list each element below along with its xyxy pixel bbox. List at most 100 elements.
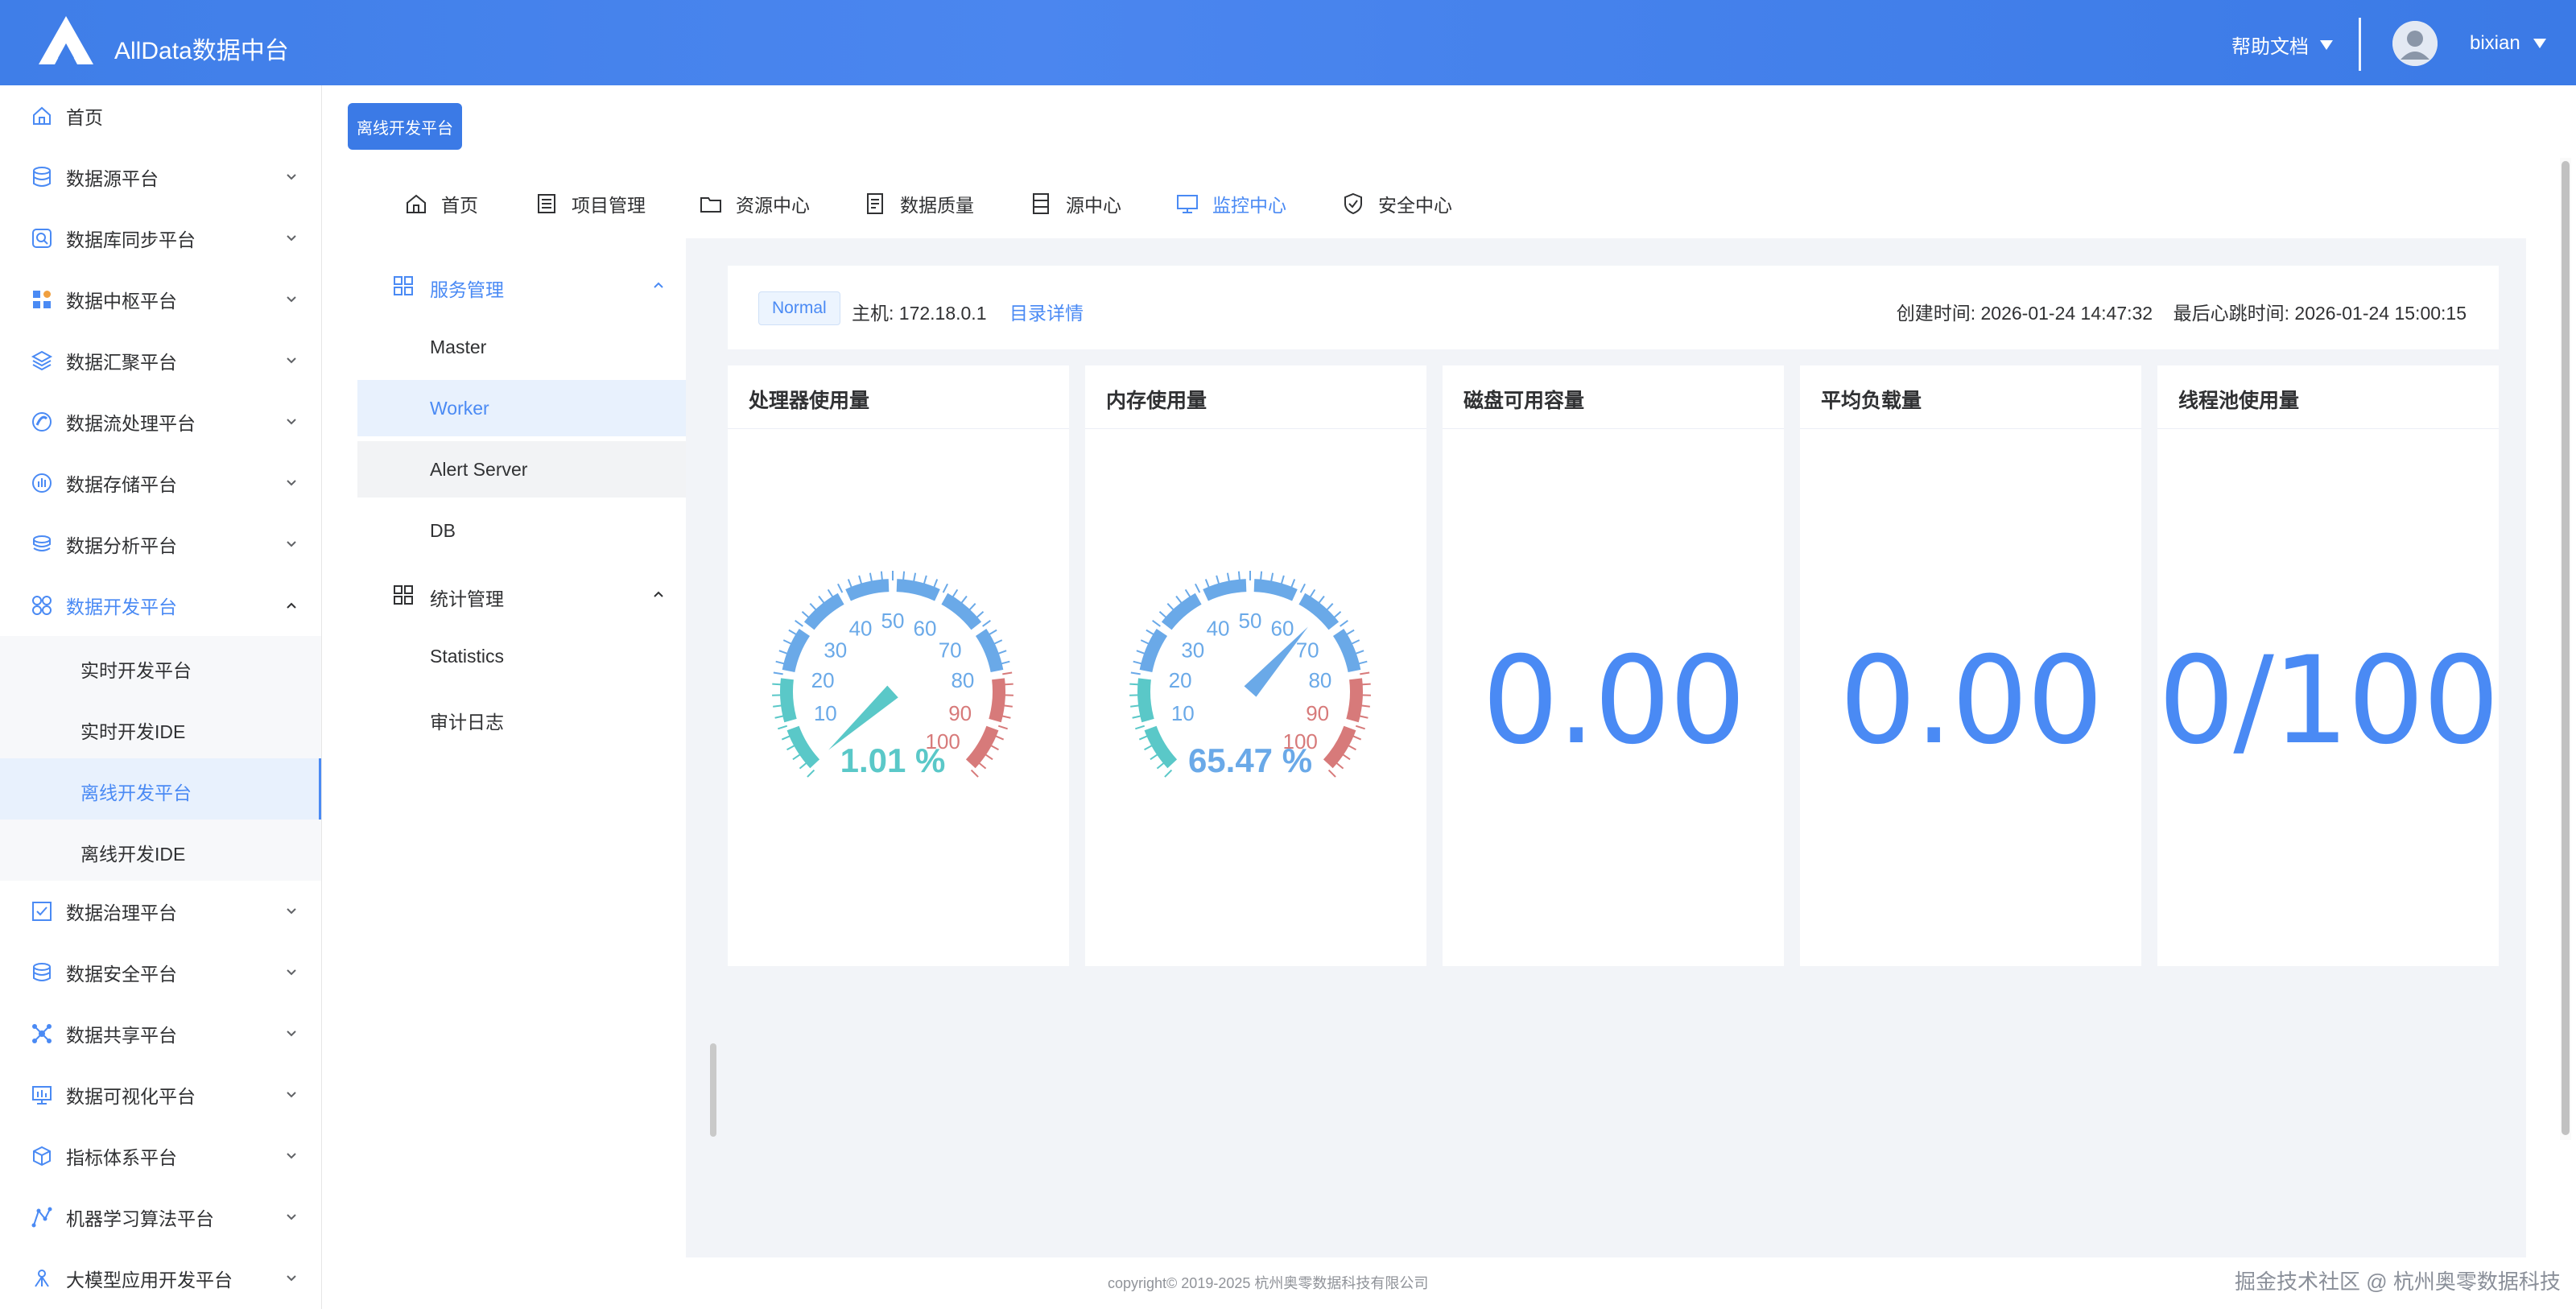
gauge-tick bbox=[1002, 671, 1013, 675]
gauge-tick-label: 10 bbox=[814, 701, 837, 725]
gauge-tick bbox=[774, 715, 785, 719]
sidebar-sub-realtime-ide[interactable]: 实时开发IDE bbox=[0, 697, 321, 758]
avatar[interactable] bbox=[2392, 21, 2438, 66]
gauge-tick bbox=[1290, 579, 1296, 589]
grid-icon bbox=[394, 276, 413, 295]
sidebar-item-label: 机器学习算法平台 bbox=[66, 1208, 214, 1229]
gauge-value-text: 1.01 % bbox=[840, 741, 946, 779]
subnav-item-label: Alert Server bbox=[430, 459, 528, 480]
subnav-item-audit-log[interactable]: 审计日志 bbox=[357, 689, 686, 745]
subnav-group-service[interactable]: 服务管理 bbox=[348, 254, 686, 316]
chevron-up-icon bbox=[287, 602, 296, 609]
file-check-icon bbox=[867, 193, 883, 214]
tab-source-center[interactable]: 源中心 bbox=[1029, 171, 1121, 237]
gauge-tick bbox=[1175, 595, 1183, 605]
directory-detail-link[interactable]: 目录详情 bbox=[1009, 298, 1084, 325]
gauge-segment bbox=[782, 629, 811, 672]
offline-platform-button[interactable]: 离线开发平台 bbox=[348, 103, 462, 150]
gauge-tick bbox=[1216, 575, 1220, 585]
sidebar-item-metrics[interactable]: 指标体系平台 bbox=[0, 1125, 321, 1187]
sidebar-item-label: 数据存储平台 bbox=[66, 474, 177, 495]
dev-cluster-icon bbox=[32, 596, 52, 615]
gauge-tick-label: 70 bbox=[939, 638, 962, 662]
sidebar-sub-realtime-platform[interactable]: 实时开发平台 bbox=[0, 636, 321, 697]
sidebar-item-share[interactable]: 数据共享平台 bbox=[0, 1003, 321, 1064]
gauge-tick-label: 40 bbox=[849, 617, 873, 641]
sidebar-item-db-sync[interactable]: 数据库同步平台 bbox=[0, 208, 321, 269]
disk-capacity-value: 0.00 bbox=[1482, 631, 1746, 771]
gauge-tick-label: 20 bbox=[811, 668, 835, 692]
user-menu[interactable]: bixian bbox=[2470, 32, 2546, 55]
subnav-item-db[interactable]: DB bbox=[357, 502, 686, 559]
gauge-tick bbox=[1195, 583, 1201, 593]
subnav-scrollbar[interactable] bbox=[710, 1043, 716, 1137]
layers-icon bbox=[31, 350, 53, 371]
host-address: 主机: 172.18.0.1 bbox=[852, 303, 987, 324]
sidebar-item-storage[interactable]: 数据存储平台 bbox=[0, 452, 321, 514]
username: bixian bbox=[2470, 32, 2520, 54]
gauge-value-text: 65.47 % bbox=[1188, 741, 1312, 779]
subnav-group-statistics[interactable]: 统计管理 bbox=[348, 564, 686, 625]
sidebar-sub-label: 实时开发IDE bbox=[80, 721, 186, 742]
gauge-tick bbox=[1360, 683, 1371, 686]
tab-label: 源中心 bbox=[1066, 195, 1121, 216]
sidebar-item-governance[interactable]: 数据治理平台 bbox=[0, 881, 321, 942]
sidebar-item-data-dev[interactable]: 数据开发平台 bbox=[0, 575, 321, 636]
chevron-down-icon bbox=[287, 357, 296, 364]
sidebar-item-ml[interactable]: 机器学习算法平台 bbox=[0, 1187, 321, 1248]
gauge-tick bbox=[1352, 734, 1362, 741]
sidebar-item-llm[interactable]: 大模型应用开发平台 bbox=[0, 1248, 321, 1309]
gauge-tick-label: 50 bbox=[881, 609, 905, 633]
worker-info-bar: Normal 主机: 172.18.0.1 目录详情 创建时间: 2026-01… bbox=[728, 266, 2499, 349]
subnav-item-worker[interactable]: Worker bbox=[357, 380, 686, 436]
sidebar-item-home[interactable]: 首页 bbox=[0, 85, 321, 147]
gauge-tick bbox=[1146, 629, 1155, 636]
gauge-tick-label: 80 bbox=[951, 668, 974, 692]
tab-project[interactable]: 项目管理 bbox=[535, 171, 646, 237]
grid-icon bbox=[394, 585, 413, 605]
sidebar-item-data-gather[interactable]: 数据汇聚平台 bbox=[0, 330, 321, 391]
memory-usage-card: 内存使用量 10 20 30 40 50 60 70 80 90 100 65.47 % bbox=[1085, 365, 1426, 966]
sidebar-item-data-hub[interactable]: 数据中枢平台 bbox=[0, 269, 321, 330]
gauge-tick bbox=[975, 611, 985, 619]
sidebar-item-analysis[interactable]: 数据分析平台 bbox=[0, 514, 321, 575]
cpu-gauge: 10203040 50 607080901001.01 % bbox=[772, 571, 1013, 779]
sidebar-item-datasource[interactable]: 数据源平台 bbox=[0, 147, 321, 208]
left-sidebar: 首页 数据源平台 数据库同步平台 数据中枢平台 数据汇聚平台 数据流处理平台 数… bbox=[0, 85, 322, 1309]
gauge-tick-label: 20 bbox=[1169, 668, 1192, 692]
gauge-tick bbox=[952, 588, 959, 599]
list-doc-icon bbox=[538, 194, 555, 213]
gauge-tick bbox=[1156, 762, 1166, 770]
gauge-tick bbox=[984, 753, 993, 761]
scrollbar-thumb[interactable] bbox=[2562, 161, 2570, 1135]
sidebar-item-stream[interactable]: 数据流处理平台 bbox=[0, 391, 321, 452]
gauge-tick bbox=[1357, 660, 1368, 665]
tab-home[interactable]: 首页 bbox=[404, 171, 478, 237]
subnav-item-master[interactable]: Master bbox=[357, 319, 686, 375]
gauge-tick-label: 80 bbox=[1308, 668, 1331, 692]
sidebar-sub-offline-ide[interactable]: 离线开发IDE bbox=[0, 820, 321, 881]
tab-security-center[interactable]: 安全中心 bbox=[1341, 171, 1452, 237]
tab-monitor-center[interactable]: 监控中心 bbox=[1175, 171, 1286, 237]
gauge-tick bbox=[1327, 769, 1336, 778]
gauge-tick bbox=[902, 571, 906, 581]
chevron-down-icon bbox=[287, 1030, 296, 1037]
sidebar-item-visualization[interactable]: 数据可视化平台 bbox=[0, 1064, 321, 1125]
header-divider bbox=[2359, 18, 2361, 71]
page-scrollbar[interactable] bbox=[2560, 158, 2571, 1140]
tab-label: 项目管理 bbox=[572, 195, 646, 216]
gauge-tick bbox=[1158, 611, 1168, 619]
chevron-down-icon bbox=[287, 1214, 296, 1220]
sidebar-item-security[interactable]: 数据安全平台 bbox=[0, 942, 321, 1003]
tab-resource[interactable]: 资源中心 bbox=[699, 171, 810, 237]
tab-data-quality[interactable]: 数据质量 bbox=[863, 171, 974, 237]
gauge-tick-label: 90 bbox=[948, 701, 972, 725]
subnav-item-alert-server[interactable]: Alert Server bbox=[357, 441, 686, 498]
gauge-tick bbox=[977, 762, 987, 770]
help-docs-menu[interactable]: 帮助文档 bbox=[2231, 31, 2333, 59]
gauge-segment bbox=[941, 593, 982, 630]
subnav-item-statistics[interactable]: Statistics bbox=[357, 628, 686, 684]
thread-pool-value: 0/100 bbox=[2157, 631, 2500, 771]
gauge-tick bbox=[932, 579, 939, 589]
sidebar-sub-offline-platform[interactable]: 离线开发平台 bbox=[0, 758, 321, 820]
